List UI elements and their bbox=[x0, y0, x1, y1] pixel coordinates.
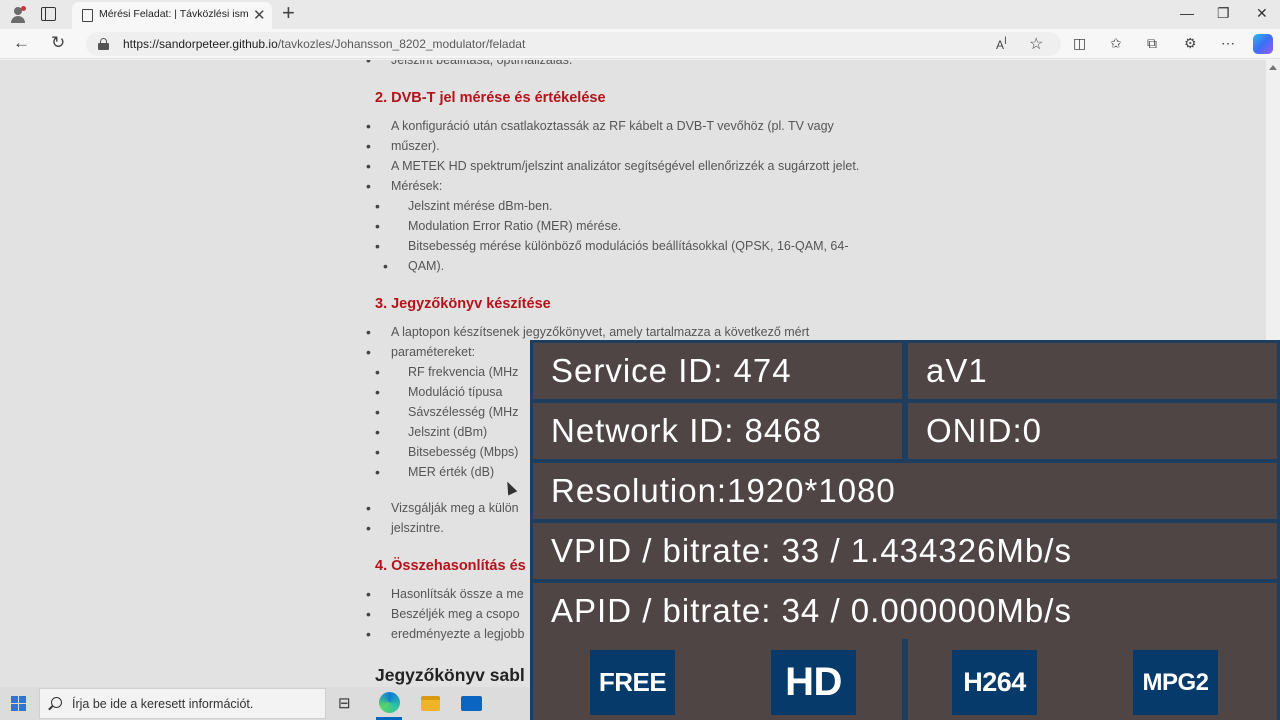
list-item: Beszéljék meg a csopo bbox=[366, 604, 519, 624]
minimize-icon[interactable]: — bbox=[1180, 5, 1194, 21]
more-menu-icon[interactable]: ⋯ bbox=[1221, 35, 1235, 52]
address-toolbar: ← ↻ https://sandorpeteer.github.io/tavko… bbox=[0, 29, 1280, 59]
taskbar-search-box[interactable]: Írja be ide a keresett információt. bbox=[39, 688, 326, 719]
address-bar[interactable]: https://sandorpeteer.github.io/tavkozles… bbox=[86, 32, 1061, 56]
search-placeholder: Írja be ide a keresett információt. bbox=[72, 697, 254, 711]
sub-list-item: Moduláció típusa bbox=[375, 382, 502, 402]
h264-badge: H264 bbox=[952, 650, 1037, 715]
list-item: A konfiguráció után csatlakoztassák az R… bbox=[366, 116, 834, 136]
sub-list-item: Jelszint mérése dBm-ben. bbox=[375, 196, 552, 216]
sub-list-item: Bitsebesség mérése különböző modulációs … bbox=[375, 236, 848, 256]
extensions-icon[interactable]: ⚙ bbox=[1184, 35, 1197, 52]
windows-taskbar: Írja be ide a keresett információt. ⊟ bbox=[0, 687, 530, 720]
list-item-continuation: jelszintre. bbox=[366, 518, 444, 538]
browser-tab[interactable]: Mérési Feladat: | Távközlési ismere ✕ bbox=[72, 2, 272, 29]
profile-icon[interactable] bbox=[9, 6, 27, 24]
resolution: Resolution:1920*1080 bbox=[533, 463, 1277, 519]
list-item-continuation: paramétereket: bbox=[366, 342, 475, 362]
list-item: A laptopon készítsenek jegyzőkönyvet, am… bbox=[366, 322, 809, 342]
copilot-icon[interactable] bbox=[1253, 34, 1273, 54]
tab-actions-icon[interactable] bbox=[41, 7, 56, 21]
free-badge: FREE bbox=[590, 650, 675, 715]
url-text[interactable]: https://sandorpeteer.github.io/tavkozles… bbox=[123, 37, 525, 51]
list-item: Vizsgálják meg a külön bbox=[366, 498, 519, 518]
hd-badge: HD bbox=[771, 650, 856, 715]
mpg2-badge: MPG2 bbox=[1133, 650, 1218, 715]
tab-close-icon[interactable]: ✕ bbox=[253, 6, 266, 24]
sub-list-item: RF frekvencia (MHz bbox=[375, 362, 519, 382]
section-3-heading: 3. Jegyzőkönyv készítése bbox=[375, 296, 551, 312]
list-item: Mérések: bbox=[366, 176, 443, 196]
sub-list-item: MER érték (dB) bbox=[375, 462, 494, 482]
close-window-icon[interactable]: ✕ bbox=[1256, 5, 1268, 22]
read-aloud-icon[interactable]: Aⅼ bbox=[996, 36, 1007, 52]
file-explorer-icon[interactable] bbox=[421, 696, 440, 711]
list-item: Jelszint beállítása, optimalizálás. bbox=[366, 60, 572, 70]
windows-start-icon[interactable] bbox=[11, 696, 26, 711]
collections-icon[interactable]: ⧉ bbox=[1147, 35, 1157, 52]
list-item-continuation: műszer). bbox=[366, 136, 439, 156]
service-id: Service ID: 474 bbox=[533, 343, 902, 399]
list-item-continuation: eredményezte a legjobb bbox=[366, 624, 525, 644]
maximize-icon[interactable]: ❐ bbox=[1217, 5, 1230, 22]
sub-list-item-continuation: QAM). bbox=[383, 256, 444, 276]
list-item: Hasonlítsák össze a me bbox=[366, 584, 524, 604]
site-info-icon[interactable] bbox=[98, 38, 109, 50]
sub-list-item: Bitsebesség (Mbps) bbox=[375, 442, 519, 462]
section-4-heading: 4. Összehasonlítás és bbox=[375, 558, 526, 574]
new-tab-icon[interactable]: + bbox=[282, 2, 295, 24]
sub-list-item: Modulation Error Ratio (MER) mérése. bbox=[375, 216, 621, 236]
template-heading: Jegyzőkönyv sabl bbox=[375, 665, 525, 685]
section-2-heading: 2. DVB-T jel mérése és értékelése bbox=[375, 90, 606, 106]
service-name: aV1 bbox=[908, 343, 1277, 399]
favorites-icon[interactable]: ✩ bbox=[1110, 35, 1122, 52]
title-bar: Mérési Feladat: | Távközlési ismere ✕ + … bbox=[0, 0, 1280, 29]
onid: ONID:0 bbox=[908, 403, 1277, 459]
back-arrow-icon[interactable]: ← bbox=[13, 33, 30, 53]
favorite-star-icon[interactable]: ☆ bbox=[1029, 34, 1043, 54]
sub-list-item: Jelszint (dBm) bbox=[375, 422, 487, 442]
sub-list-item: Sávszélesség (MHz bbox=[375, 402, 519, 422]
refresh-icon[interactable]: ↻ bbox=[51, 33, 65, 53]
page-favicon-icon bbox=[82, 9, 93, 22]
task-view-icon[interactable]: ⊟ bbox=[338, 694, 351, 712]
mail-icon[interactable] bbox=[461, 696, 482, 711]
channel-info-overlay: Service ID: 474 aV1 Network ID: 8468 ONI… bbox=[530, 340, 1280, 720]
network-id: Network ID: 8468 bbox=[533, 403, 902, 459]
tab-title: Mérési Feladat: | Távközlési ismere bbox=[99, 8, 249, 20]
video-pid-bitrate: VPID / bitrate: 33 / 1.434326Mb/s bbox=[533, 523, 1277, 579]
scroll-up-icon[interactable] bbox=[1269, 65, 1277, 70]
split-screen-icon[interactable]: ◫ bbox=[1073, 35, 1086, 52]
search-icon bbox=[51, 697, 62, 708]
list-item: A METEK HD spektrum/jelszint analizátor … bbox=[366, 156, 859, 176]
edge-browser-icon[interactable] bbox=[379, 692, 400, 713]
